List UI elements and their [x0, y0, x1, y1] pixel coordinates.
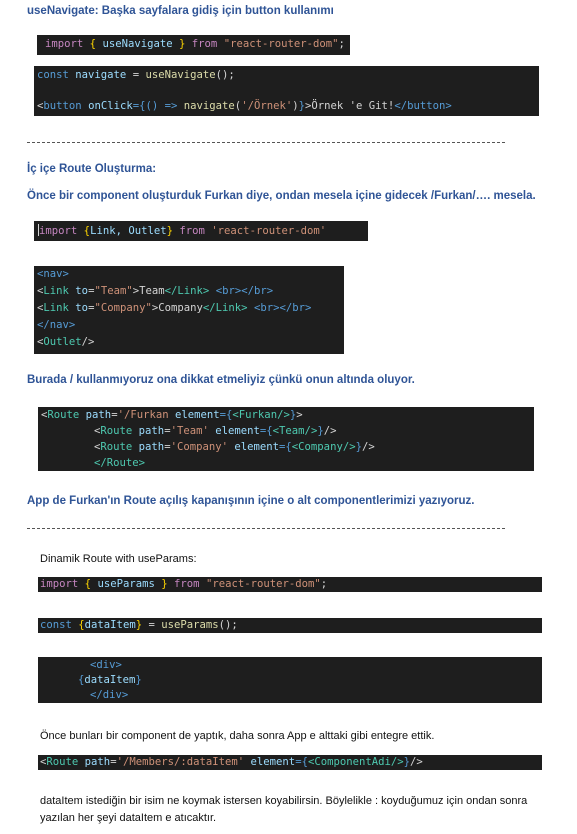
code-line: <Route path='Team' element={<Team/>}/> — [94, 425, 337, 437]
separator — [27, 528, 505, 529]
code-line: import { useParams } from "react-router-… — [40, 578, 328, 590]
paragraph-integrate: Önce bunları bir component de yaptık, da… — [40, 730, 435, 742]
code-block-nav: <nav> <Link to="Team">Team</Link> <br></… — [34, 266, 344, 354]
code-line: <Outlet/> — [37, 336, 95, 348]
code-line: </nav> — [37, 319, 76, 331]
code-block-import-useparams: import { useParams } from "react-router-… — [38, 577, 542, 592]
code-line: <Route path='/Furkan element={<Furkan/>}… — [41, 409, 303, 421]
code-line: import {Link, Outlet} from 'react-router… — [38, 224, 327, 237]
code-line: <Route path='/Members/:dataItem' element… — [40, 756, 423, 768]
code-line: <nav> — [37, 268, 69, 280]
code-line: </Route> — [94, 457, 146, 469]
separator — [27, 142, 505, 143]
code-line: <Route path='Company' element={<Company/… — [94, 441, 375, 453]
code-line: <button onClick={() => navigate('/Örnek'… — [37, 100, 452, 112]
code-line: </div> — [90, 689, 129, 701]
code-block-const-dataitem: const {dataItem} = useParams(); — [38, 618, 542, 633]
code-block-routes: <Route path='/Furkan element={<Furkan/>}… — [38, 407, 534, 471]
paragraph-dataitem-line1: dataItem istediğin bir isim ne koymak is… — [40, 795, 528, 807]
code-line: <Link to="Team">Team</Link> <br></br> — [37, 285, 274, 297]
code-line: <Link to="Company">Company</Link> <br></… — [37, 302, 312, 314]
code-line: const {dataItem} = useParams(); — [40, 619, 238, 631]
code-line: import { useNavigate } from "react-route… — [45, 38, 345, 50]
paragraph-dataitem-line2: yazılan her şeyi dataItem e atıcaktır. — [40, 812, 217, 824]
code-block-import-link-outlet: import {Link, Outlet} from 'react-router… — [34, 221, 368, 241]
paragraph-after-routes: App de Furkan'ın Route açılış kapanışını… — [27, 495, 475, 507]
code-line: const navigate = useNavigate(); — [37, 69, 235, 81]
section-title-useparams: Dinamik Route with useParams: — [40, 553, 197, 565]
paragraph-note: Burada / kullanmıyoruz ona dikkat etmeli… — [27, 374, 415, 386]
code-block-route-members: <Route path='/Members/:dataItem' element… — [38, 755, 542, 770]
code-block-navigate: const navigate = useNavigate(); <button … — [34, 66, 539, 116]
section-heading-usenavigate: useNavigate: Başka sayfalara gidiş için … — [27, 5, 334, 17]
paragraph-nested-intro: Önce bir component oluşturduk Furkan diy… — [27, 190, 536, 202]
code-block-import-usenavigate: import { useNavigate } from "react-route… — [37, 35, 350, 55]
code-line: <div> — [90, 659, 122, 671]
section-heading-nested-route: İç içe Route Oluşturma: — [27, 163, 157, 175]
code-line: {dataItem} — [78, 674, 142, 686]
code-block-div-dataitem: <div> {dataItem} </div> — [38, 657, 542, 703]
